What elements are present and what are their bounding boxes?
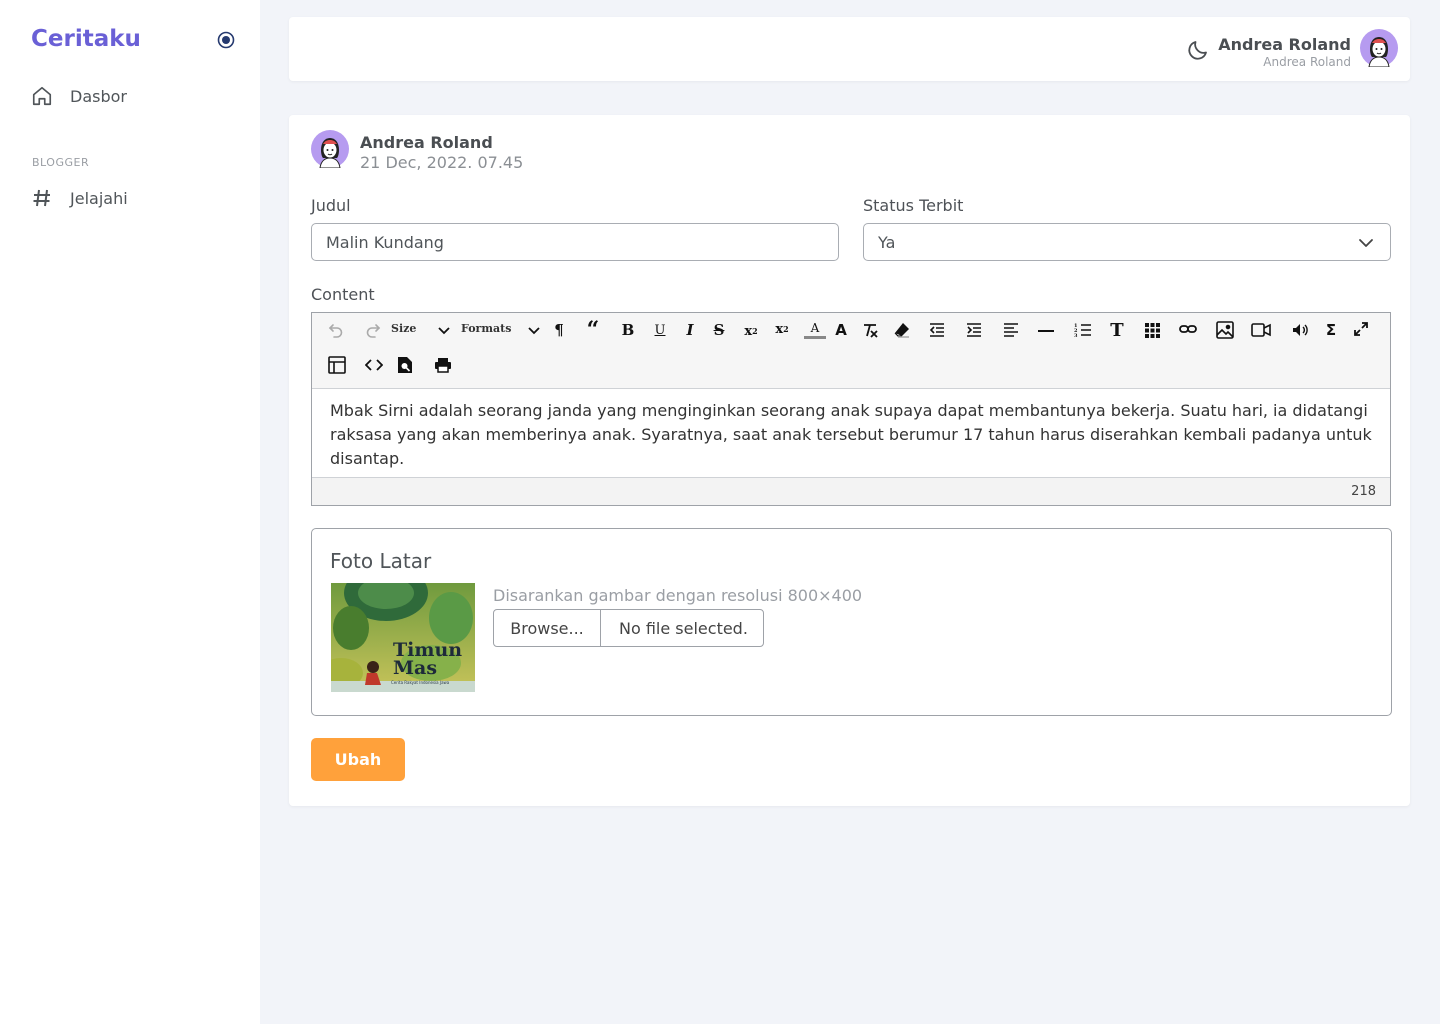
brand-logo[interactable]: Ceritaku xyxy=(31,26,141,52)
formats-dropdown[interactable]: Formats xyxy=(461,322,511,335)
cover-photo-section: Foto Latar Timun Mas Cerita Rakyat Indon… xyxy=(311,528,1392,716)
rich-text-editor: Size Formats ¶ “ B U I S x2 x2 A A 1 2 3… xyxy=(311,312,1391,506)
character-count: 218 xyxy=(1351,484,1376,499)
math-sigma-icon[interactable]: Σ xyxy=(1320,319,1342,341)
cover-photo-thumbnail: Timun Mas Cerita Rakyat Indonesia Jawa xyxy=(331,583,475,692)
sidebar-item-label: Jelajahi xyxy=(70,188,128,208)
post-date: 21 Dec, 2022. 07.45 xyxy=(360,153,524,172)
sidebar-item-jelajahi[interactable]: Jelajahi xyxy=(30,183,128,213)
edit-post-card: Andrea Roland 21 Dec, 2022. 07.45 Judul … xyxy=(289,115,1410,806)
editor-toolbar: Size Formats ¶ “ B U I S x2 x2 A A 1 2 3… xyxy=(312,313,1390,389)
dark-mode-toggle-icon[interactable] xyxy=(1186,38,1210,62)
audio-icon[interactable] xyxy=(1289,319,1311,341)
italic-icon[interactable]: I xyxy=(679,319,701,341)
file-status: No file selected. xyxy=(619,618,748,638)
eraser-icon[interactable] xyxy=(891,319,913,341)
user-role: Andrea Roland xyxy=(1263,55,1351,69)
redo-icon[interactable] xyxy=(362,319,384,341)
home-icon xyxy=(30,84,54,108)
undo-icon[interactable] xyxy=(325,319,347,341)
sidebar: Ceritaku Dasbor BLOGGER Jelajahi xyxy=(0,0,260,1024)
horizontal-rule-icon[interactable] xyxy=(1035,319,1057,341)
table-icon[interactable] xyxy=(326,354,348,376)
sidebar-item-label: Dasbor xyxy=(70,86,127,106)
chevron-down-icon[interactable] xyxy=(523,319,545,341)
title-label: Judul xyxy=(311,196,351,215)
status-select[interactable]: Ya xyxy=(863,223,1391,261)
status-select-value: Ya xyxy=(878,232,896,252)
sidebar-toggle-icon[interactable] xyxy=(216,30,236,50)
file-input[interactable]: Browse... No file selected. xyxy=(493,609,764,647)
font-size-dropdown[interactable]: Size xyxy=(391,322,416,335)
submit-button[interactable]: Ubah xyxy=(311,738,405,781)
indent-icon[interactable] xyxy=(963,319,985,341)
outdent-icon[interactable] xyxy=(926,319,948,341)
code-view-icon[interactable] xyxy=(363,354,385,376)
font-color-icon[interactable]: A xyxy=(804,319,826,339)
chevron-down-icon[interactable] xyxy=(433,319,455,341)
top-header: Andrea Roland Andrea Roland xyxy=(289,17,1410,81)
cover-photo-title: Foto Latar xyxy=(330,549,432,573)
status-label: Status Terbit xyxy=(863,196,964,215)
thumbnail-subtitle-text: Cerita Rakyat Indonesia Jawa xyxy=(391,680,450,685)
underline-icon[interactable]: U xyxy=(649,319,671,341)
remove-format-icon[interactable] xyxy=(859,319,881,341)
editor-statusbar: 218 xyxy=(312,477,1390,505)
blockquote-icon[interactable]: “ xyxy=(582,317,604,343)
print-icon[interactable] xyxy=(432,354,454,376)
strikethrough-icon[interactable]: S xyxy=(708,319,730,341)
svg-text:3: 3 xyxy=(1074,333,1078,338)
link-icon[interactable] xyxy=(1177,318,1199,340)
hash-icon xyxy=(30,186,54,210)
video-icon[interactable] xyxy=(1250,319,1272,341)
text-style-icon[interactable]: T xyxy=(1106,319,1128,341)
user-name: Andrea Roland xyxy=(1218,35,1351,54)
bold-icon[interactable]: B xyxy=(617,319,639,341)
image-icon[interactable] xyxy=(1214,319,1236,341)
subscript-icon[interactable]: x2 xyxy=(740,320,762,342)
title-input[interactable]: Malin Kundang xyxy=(311,223,839,261)
cover-photo-hint: Disarankan gambar dengan resolusi 800×40… xyxy=(493,586,863,605)
chevron-down-icon xyxy=(1358,235,1374,251)
align-left-icon[interactable] xyxy=(1000,319,1022,341)
post-author: Andrea Roland xyxy=(360,133,493,152)
user-menu[interactable]: Andrea Roland Andrea Roland xyxy=(1218,35,1351,69)
fullscreen-icon[interactable] xyxy=(1350,318,1372,340)
browse-button[interactable]: Browse... xyxy=(494,610,601,646)
special-chars-icon[interactable] xyxy=(1141,319,1163,341)
author-avatar xyxy=(311,130,349,169)
thumbnail-title-text: Timun Mas xyxy=(393,639,463,679)
avatar[interactable] xyxy=(1360,29,1398,68)
content-label: Content xyxy=(311,285,375,304)
ordered-list-icon[interactable]: 123 xyxy=(1072,319,1094,341)
sidebar-item-dasbor[interactable]: Dasbor xyxy=(30,81,127,111)
sidebar-section-title: BLOGGER xyxy=(32,156,90,169)
editor-content-area[interactable]: Mbak Sirni adalah seorang janda yang men… xyxy=(312,389,1390,478)
highlight-color-icon[interactable]: A xyxy=(830,319,852,341)
preview-icon[interactable] xyxy=(394,354,416,376)
paragraph-icon[interactable]: ¶ xyxy=(548,319,570,341)
superscript-icon[interactable]: x2 xyxy=(771,318,793,340)
